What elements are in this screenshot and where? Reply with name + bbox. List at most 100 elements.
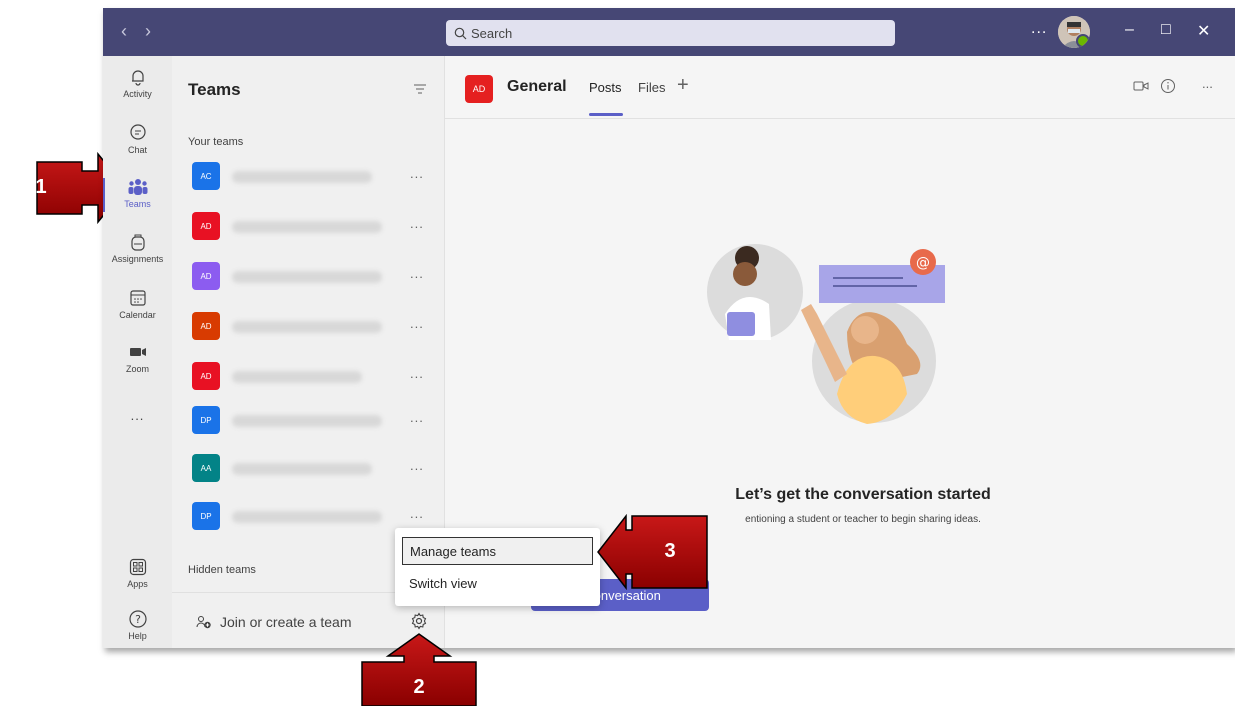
tab-posts[interactable]: Posts <box>589 80 622 95</box>
team-name-redacted <box>232 371 362 383</box>
team-name-redacted <box>232 221 382 233</box>
manage-teams-label: Manage teams <box>410 543 496 559</box>
team-avatar: AD <box>192 312 220 340</box>
team-more-icon[interactable]: ... <box>410 458 424 473</box>
team-row[interactable]: AD ... <box>192 212 437 240</box>
gear-icon[interactable] <box>410 612 428 630</box>
chat-icon <box>129 124 146 140</box>
backpack-icon <box>130 234 145 251</box>
empty-state-title: Let’s get the conversation started <box>735 486 991 503</box>
rail-item-chat[interactable]: Chat <box>103 122 172 155</box>
back-icon[interactable]: ‹ <box>121 21 127 42</box>
search-icon <box>454 27 467 39</box>
rail-label-apps: Apps <box>127 579 148 589</box>
filter-icon[interactable] <box>414 84 426 94</box>
rail-label-teams: Teams <box>124 199 151 209</box>
title-bar: ‹ › Search ... – □ ✕ <box>103 8 1235 56</box>
team-row[interactable]: DP ... <box>192 406 437 434</box>
avatar[interactable] <box>1058 16 1090 48</box>
search-input[interactable]: Search <box>446 20 895 46</box>
team-more-icon[interactable]: ... <box>410 266 424 281</box>
help-icon: ? <box>128 610 147 628</box>
team-avatar: AD <box>192 212 220 240</box>
team-more-icon[interactable]: ... <box>410 316 424 331</box>
team-avatar: AD <box>192 262 220 290</box>
callout-2-label: 2 <box>413 676 425 698</box>
rail-item-help[interactable]: ? Help <box>103 608 172 641</box>
team-more-icon[interactable]: ... <box>410 506 424 521</box>
team-name-redacted <box>232 463 372 475</box>
forward-icon[interactable]: › <box>145 21 151 42</box>
calendar-icon <box>129 290 146 306</box>
team-more-icon[interactable]: ... <box>410 166 424 181</box>
teams-icon <box>128 179 147 195</box>
rail-item-apps[interactable]: Apps <box>103 556 172 589</box>
more-options-icon[interactable]: ... <box>1031 20 1047 38</box>
team-name-redacted <box>232 415 382 427</box>
rail-item-calendar[interactable]: Calendar <box>103 287 172 320</box>
rail-label-zoom: Zoom <box>125 364 149 374</box>
search-placeholder: Search <box>471 25 513 41</box>
minimize-icon[interactable]: – <box>1125 21 1134 39</box>
join-or-create-team-button[interactable]: Join or create a team <box>196 614 352 630</box>
team-more-icon[interactable]: ... <box>410 366 424 381</box>
team-row[interactable]: AD ... <box>192 312 437 340</box>
callout-3-label: 3 <box>664 540 676 562</box>
team-row[interactable]: AA ... <box>192 454 437 482</box>
svg-text:?: ? <box>135 613 141 626</box>
empty-state-subtitle: entioning a student or teacher to begin … <box>745 514 981 525</box>
add-tab-icon[interactable]: + <box>677 74 689 97</box>
more-icon: ... <box>130 408 145 423</box>
app-rail: Activity Chat Teams Assignments Calendar… <box>103 56 172 648</box>
hidden-teams-label[interactable]: Hidden teams <box>188 564 256 576</box>
channel-avatar: AD <box>465 75 493 103</box>
team-name-redacted <box>232 171 372 183</box>
menu-item-switch-view[interactable]: Switch view <box>402 569 593 597</box>
rail-item-more[interactable]: ... <box>103 408 172 423</box>
close-icon[interactable]: ✕ <box>1197 21 1210 41</box>
rail-item-zoom[interactable]: Zoom <box>103 341 172 374</box>
maximize-icon[interactable]: □ <box>1161 21 1171 39</box>
channel-header: AD General Posts Files + ... <box>445 56 1235 119</box>
team-row[interactable]: AD ... <box>192 262 437 290</box>
info-icon[interactable] <box>1160 78 1176 94</box>
team-name-redacted <box>232 271 382 283</box>
video-icon <box>129 348 146 356</box>
team-row[interactable]: AD ... <box>192 362 437 390</box>
team-more-icon[interactable]: ... <box>410 410 424 425</box>
rail-label-help: Help <box>128 631 147 641</box>
rail-item-activity[interactable]: Activity <box>103 66 172 99</box>
rail-label-calendar: Calendar <box>119 310 156 320</box>
bell-icon <box>131 70 144 86</box>
tab-files[interactable]: Files <box>638 80 665 95</box>
team-row[interactable]: AC ... <box>192 162 437 190</box>
callout-1-label: 1 <box>35 176 47 198</box>
svg-text:@: @ <box>916 255 930 271</box>
apps-icon <box>129 558 146 576</box>
panel-title: Teams <box>188 80 241 99</box>
your-teams-label: Your teams <box>188 136 244 148</box>
rail-item-teams[interactable]: Teams <box>103 176 172 212</box>
team-name-redacted <box>232 321 382 333</box>
team-avatar: AA <box>192 454 220 482</box>
team-row[interactable]: DP ... <box>192 502 437 530</box>
conversation-illustration: @ <box>707 244 945 424</box>
menu-item-manage-teams[interactable]: Manage teams <box>402 537 593 565</box>
switch-view-label: Switch view <box>409 575 477 591</box>
join-label: Join or create a team <box>220 614 352 630</box>
team-avatar: DP <box>192 502 220 530</box>
presence-badge <box>1076 34 1090 48</box>
rail-label-chat: Chat <box>127 145 147 155</box>
rail-label-assignments: Assignments <box>111 254 164 264</box>
team-name-redacted <box>232 511 382 523</box>
settings-menu: Manage teams Switch view <box>395 528 600 606</box>
team-more-icon[interactable]: ... <box>410 216 424 231</box>
team-avatar: DP <box>192 406 220 434</box>
rail-label-activity: Activity <box>123 89 152 99</box>
channel-more-icon[interactable]: ... <box>1202 76 1213 91</box>
active-tab-indicator <box>589 113 623 116</box>
people-add-icon <box>196 616 211 629</box>
video-call-icon[interactable] <box>1133 80 1149 92</box>
rail-item-assignments[interactable]: Assignments <box>103 231 172 264</box>
team-avatar: AC <box>192 162 220 190</box>
